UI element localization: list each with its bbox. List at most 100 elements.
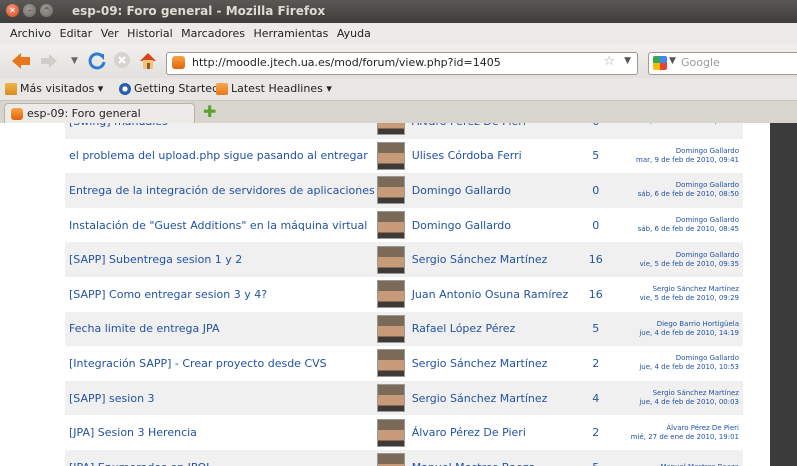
last-post-date[interactable]: vie, 5 de feb de 2010, 09:29	[623, 294, 739, 303]
last-post-date[interactable]: jue, 4 de feb de 2010, 00:03	[623, 398, 739, 407]
author-link[interactable]: Ulises Córdoba Ferri	[408, 139, 569, 174]
last-post-cell[interactable]: Manuel Mestres Baeza	[623, 450, 743, 466]
last-post-cell[interactable]: Domingo Gallardo sáb, 6 de feb de 2010, 0…	[623, 208, 743, 243]
author-link[interactable]: Domingo Gallardo	[408, 173, 569, 208]
topic-link[interactable]: Instalación de "Guest Additions" en la m…	[65, 208, 375, 243]
last-post-date[interactable]: sáb, 6 de feb de 2010, 08:50	[623, 190, 739, 199]
menu-historial[interactable]: Historial	[127, 23, 177, 40]
last-post-date[interactable]: mar, 9 de feb de 2010, 09:41	[623, 156, 739, 165]
avatar-cell[interactable]	[375, 208, 408, 243]
last-post-date[interactable]: mar, 9 de feb de 2010, 12:03	[623, 123, 739, 126]
last-post-cell[interactable]: Sergio Sánchez Martínez vie, 5 de feb de …	[623, 277, 743, 312]
replies-count[interactable]: 0	[568, 208, 623, 243]
search-engine-dropdown-icon[interactable]: ▼	[669, 56, 676, 66]
last-post-author[interactable]: Domingo Gallardo	[623, 216, 739, 225]
last-post-date[interactable]: vie, 5 de feb de 2010, 09:35	[623, 260, 739, 269]
avatar-cell[interactable]	[375, 139, 408, 174]
last-post-author[interactable]: Domingo Gallardo	[623, 354, 739, 363]
avatar[interactable]	[377, 314, 406, 343]
avatar[interactable]	[377, 176, 406, 205]
bookmark-star-icon[interactable]: ☆	[603, 54, 615, 69]
search-box[interactable]: ▼ Google	[648, 52, 797, 75]
last-post-date[interactable]: mié, 27 de ene de 2010, 19:01	[623, 433, 739, 442]
last-post-cell[interactable]: Domingo Gallardo sáb, 6 de feb de 2010, 0…	[623, 173, 743, 208]
avatar[interactable]	[377, 211, 406, 240]
forward-button[interactable]	[39, 51, 59, 71]
menu-archivo[interactable]: Archivo	[0, 23, 56, 40]
avatar-cell[interactable]	[375, 123, 408, 139]
avatar-cell[interactable]	[375, 346, 408, 381]
avatar[interactable]	[377, 245, 406, 274]
author-link[interactable]: Sergio Sánchez Martínez	[408, 381, 569, 416]
replies-count[interactable]: 6	[568, 123, 623, 139]
avatar[interactable]	[377, 141, 406, 170]
back-button[interactable]	[10, 51, 32, 71]
replies-count[interactable]: 0	[568, 173, 623, 208]
last-post-cell[interactable]: Diego Barrio Hortigüela jue, 4 de feb de …	[623, 312, 743, 347]
last-post-cell[interactable]: Álvaro Pérez De Pieri mié, 27 de ene de 2…	[623, 415, 743, 450]
minimize-window-button[interactable]: –	[23, 4, 36, 17]
author-link[interactable]: Juan Antonio Osuna Ramírez	[408, 277, 569, 312]
avatar-cell[interactable]	[375, 277, 408, 312]
menu-herramientas[interactable]: Herramientas	[253, 23, 333, 40]
topic-link[interactable]: [SAPP] sesion 3	[65, 381, 375, 416]
last-post-author[interactable]: Domingo Gallardo	[623, 251, 739, 260]
author-link[interactable]: Domingo Gallardo	[408, 208, 569, 243]
stop-button[interactable]	[113, 51, 131, 69]
avatar[interactable]	[377, 384, 406, 413]
topic-link[interactable]: [SAPP] Subentrega sesion 1 y 2	[65, 242, 375, 277]
home-button[interactable]	[138, 51, 158, 71]
close-window-button[interactable]: ✕	[6, 4, 19, 17]
url-dropdown-icon[interactable]: ▼	[624, 56, 631, 66]
maximize-window-button[interactable]: ^	[40, 4, 53, 17]
avatar[interactable]	[377, 418, 406, 447]
topic-link[interactable]: [Swing] manuales	[65, 123, 375, 139]
topic-link[interactable]: el problema del upload.php sigue pasando…	[65, 139, 375, 174]
tab-foro-general[interactable]: esp-09: Foro general	[4, 103, 195, 124]
menu-ver[interactable]: Ver	[101, 23, 124, 40]
author-link[interactable]: Álvaro Pérez De Pieri	[408, 415, 569, 450]
last-post-cell[interactable]: Domingo Gallardo vie, 5 de feb de 2010, 0…	[623, 242, 743, 277]
last-post-date[interactable]: sáb, 6 de feb de 2010, 08:45	[623, 225, 739, 234]
history-dropdown[interactable]: ▼	[71, 56, 78, 66]
topic-link[interactable]: Entrega de la integración de servidores …	[65, 173, 375, 208]
last-post-author[interactable]: Diego Barrio Hortigüela	[623, 320, 739, 329]
avatar[interactable]	[377, 453, 406, 466]
last-post-author[interactable]: Domingo Gallardo	[623, 147, 739, 156]
replies-count[interactable]: 16	[568, 277, 623, 312]
menu-editar[interactable]: Editar	[60, 23, 98, 40]
topic-link[interactable]: Fecha limite de entrega JPA	[65, 312, 375, 347]
search-input[interactable]: Google	[681, 56, 720, 69]
replies-count[interactable]: 16	[568, 242, 623, 277]
last-post-cell[interactable]: Domingo Gallardo jue, 4 de feb de 2010, 1…	[623, 346, 743, 381]
topic-link[interactable]: [Integración SAPP] - Crear proyecto desd…	[65, 346, 375, 381]
last-post-author[interactable]: Sergio Sánchez Martínez	[623, 389, 739, 398]
last-post-author[interactable]: Sergio Sánchez Martínez	[623, 285, 739, 294]
replies-count[interactable]: 5	[568, 312, 623, 347]
author-link[interactable]: Rafael López Pérez	[408, 312, 569, 347]
author-link[interactable]: Álvaro Pérez De Pieri	[408, 123, 569, 139]
bookmark-mas-visitados[interactable]: Más visitados ▾	[5, 82, 103, 95]
bookmark-getting-started[interactable]: Getting Started	[119, 82, 219, 95]
new-tab-button[interactable]: ✚	[203, 104, 216, 120]
avatar[interactable]	[377, 280, 406, 309]
replies-count[interactable]: 2	[568, 415, 623, 450]
avatar-cell[interactable]	[375, 312, 408, 347]
last-post-date[interactable]: jue, 4 de feb de 2010, 14:19	[623, 329, 739, 338]
replies-count[interactable]: 4	[568, 381, 623, 416]
avatar-cell[interactable]	[375, 381, 408, 416]
reload-button[interactable]	[87, 51, 107, 71]
menu-marcadores[interactable]: Marcadores	[181, 23, 250, 40]
avatar[interactable]	[377, 123, 406, 136]
avatar-cell[interactable]	[375, 242, 408, 277]
author-link[interactable]: Manuel Mestres Baeza	[408, 450, 569, 466]
author-link[interactable]: Sergio Sánchez Martínez	[408, 346, 569, 381]
author-link[interactable]: Sergio Sánchez Martínez	[408, 242, 569, 277]
google-engine-icon[interactable]	[653, 56, 667, 70]
topic-link[interactable]: [SAPP] Como entregar sesion 3 y 4?	[65, 277, 375, 312]
avatar-cell[interactable]	[375, 450, 408, 466]
last-post-cell[interactable]: Sergio Sánchez Martínez jue, 4 de feb de …	[623, 381, 743, 416]
topic-link[interactable]: [JPA] Sesion 3 Herencia	[65, 415, 375, 450]
bookmark-latest-headlines[interactable]: Latest Headlines ▾	[216, 82, 332, 95]
replies-count[interactable]: 5	[568, 450, 623, 466]
